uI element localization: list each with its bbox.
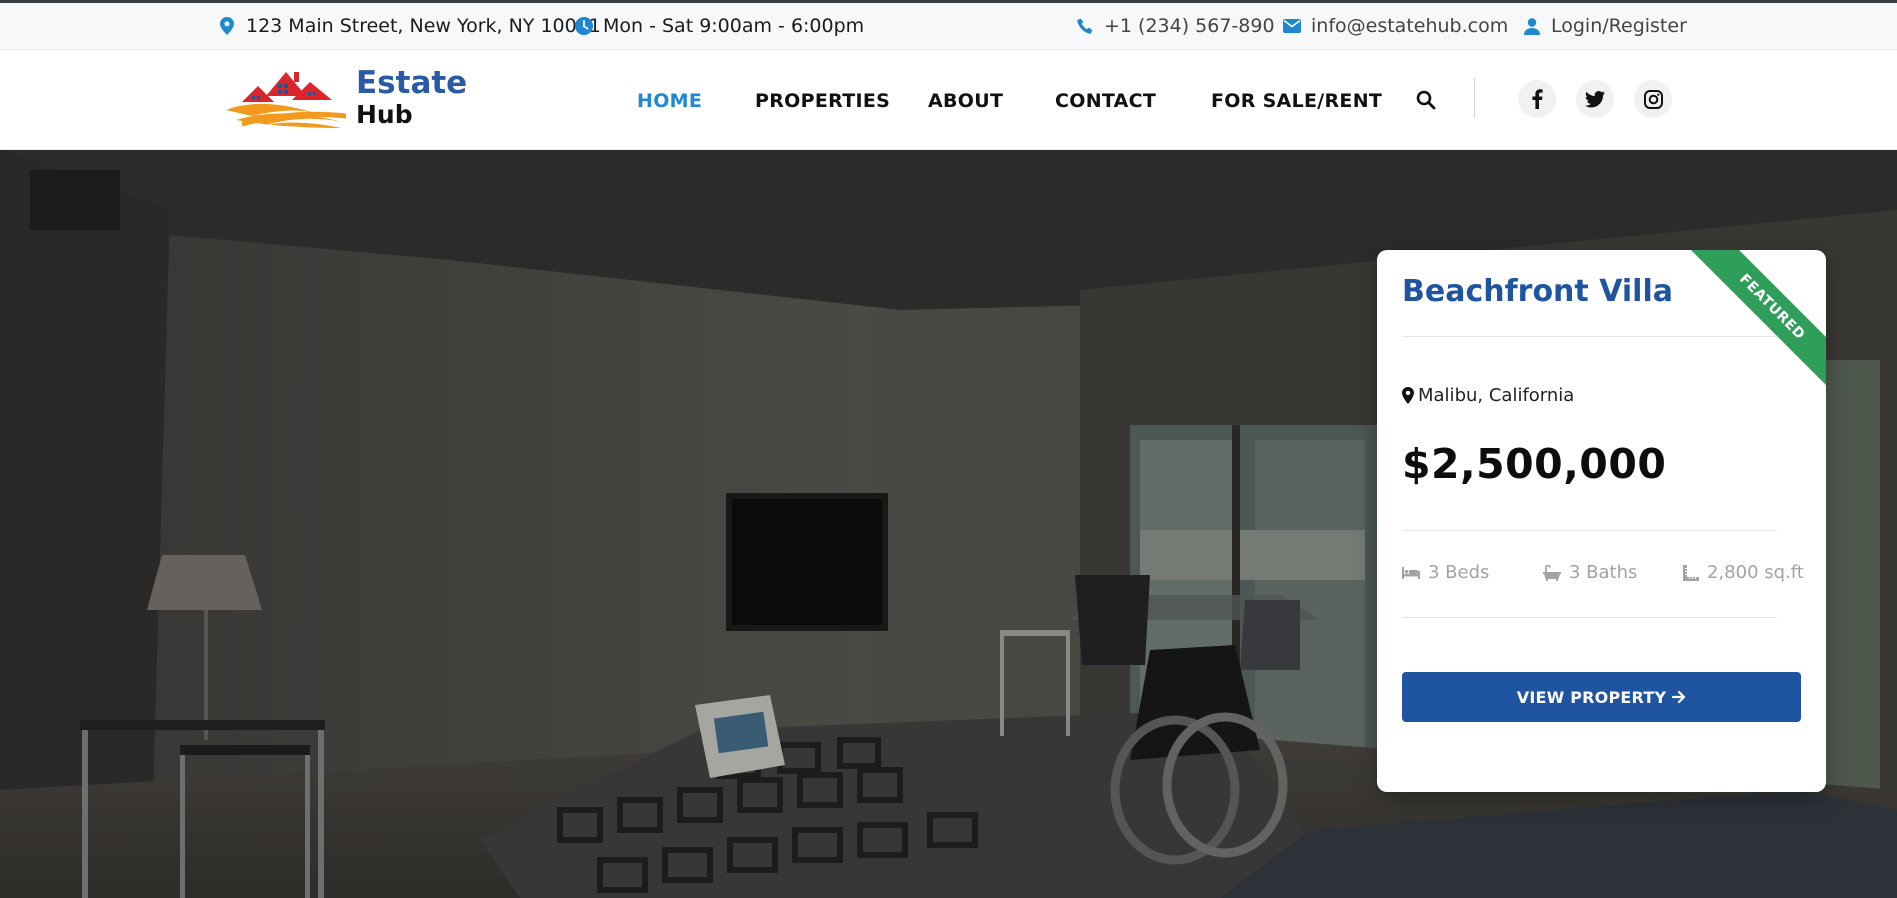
area-text: 2,800 sq.ft bbox=[1707, 562, 1804, 583]
nav-divider bbox=[1474, 78, 1475, 118]
baths-feature: 3 Baths bbox=[1543, 562, 1637, 583]
brand-name-line2: Hub bbox=[356, 99, 413, 129]
phone-text: +1 (234) 567-890 bbox=[1104, 15, 1275, 37]
hours-info: Mon - Sat 9:00am - 6:00pm bbox=[575, 15, 864, 37]
area-feature: 2,800 sq.ft bbox=[1683, 562, 1804, 583]
twitter-icon bbox=[1585, 90, 1605, 107]
property-title[interactable]: Beachfront Villa bbox=[1402, 274, 1673, 309]
twitter-button[interactable] bbox=[1576, 80, 1614, 118]
instagram-button[interactable] bbox=[1634, 80, 1672, 118]
facebook-icon bbox=[1532, 89, 1543, 109]
nav-about[interactable]: ABOUT bbox=[928, 90, 1003, 112]
nav-contact[interactable]: CONTACT bbox=[1055, 90, 1156, 112]
address-info: 123 Main Street, New York, NY 10001 bbox=[218, 15, 601, 37]
beds-feature: 3 Beds bbox=[1402, 562, 1489, 583]
login-register-link[interactable]: Login/Register bbox=[1523, 15, 1687, 37]
view-property-button[interactable]: VIEW PROPERTY bbox=[1402, 672, 1801, 722]
address-text: 123 Main Street, New York, NY 10001 bbox=[246, 15, 601, 37]
map-marker-icon bbox=[1402, 387, 1414, 404]
brand-name-line1: Estate bbox=[356, 64, 468, 101]
bath-icon bbox=[1543, 564, 1561, 581]
search-icon bbox=[1416, 90, 1436, 110]
featured-property-card: FEATURED Beachfront Villa Malibu, Califo… bbox=[1377, 250, 1826, 792]
nav-home[interactable]: HOME bbox=[637, 90, 702, 112]
map-pin-icon bbox=[218, 17, 236, 35]
ruler-icon bbox=[1683, 564, 1699, 581]
property-location: Malibu, California bbox=[1402, 385, 1574, 406]
featured-ribbon: FEATURED bbox=[1689, 250, 1826, 390]
brand-wordmark: Estate Hub bbox=[356, 64, 468, 129]
phone-link[interactable]: +1 (234) 567-890 bbox=[1076, 15, 1275, 37]
brand-logo[interactable]: Estate Hub bbox=[222, 66, 467, 128]
login-register-text: Login/Register bbox=[1551, 15, 1687, 37]
email-text: info@estatehub.com bbox=[1311, 15, 1509, 37]
card-divider-middle bbox=[1402, 530, 1777, 531]
baths-text: 3 Baths bbox=[1569, 562, 1638, 583]
card-divider-top bbox=[1402, 336, 1777, 337]
phone-icon bbox=[1076, 17, 1094, 35]
main-navigation: Estate Hub HOME PROPERTIES ABOUT CONTACT… bbox=[0, 50, 1897, 150]
clock-icon bbox=[575, 17, 593, 35]
instagram-icon bbox=[1643, 89, 1663, 109]
facebook-button[interactable] bbox=[1518, 80, 1556, 118]
nav-properties[interactable]: PROPERTIES bbox=[755, 90, 890, 112]
search-button[interactable] bbox=[1414, 88, 1438, 112]
beds-text: 3 Beds bbox=[1428, 562, 1490, 583]
user-icon bbox=[1523, 17, 1541, 35]
email-link[interactable]: info@estatehub.com bbox=[1283, 15, 1508, 37]
property-price: $2,500,000 bbox=[1402, 440, 1667, 488]
bed-icon bbox=[1402, 566, 1420, 579]
envelope-icon bbox=[1283, 17, 1301, 35]
nav-for-sale-rent[interactable]: FOR SALE/RENT bbox=[1211, 90, 1382, 112]
top-info-bar: 123 Main Street, New York, NY 10001 Mon … bbox=[0, 0, 1897, 50]
arrow-right-icon bbox=[1672, 690, 1686, 704]
card-divider-bottom bbox=[1402, 617, 1777, 618]
property-location-text: Malibu, California bbox=[1418, 385, 1575, 406]
hours-text: Mon - Sat 9:00am - 6:00pm bbox=[603, 15, 865, 37]
house-logo-icon bbox=[226, 72, 346, 128]
view-property-label: VIEW PROPERTY bbox=[1516, 687, 1667, 707]
